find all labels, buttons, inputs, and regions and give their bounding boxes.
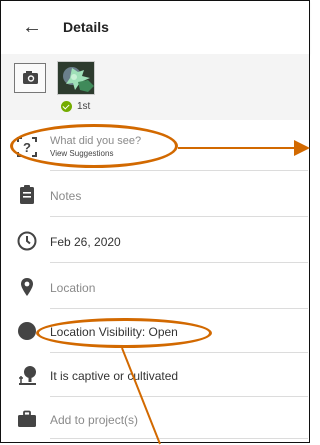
annotation-arrows — [121, 140, 310, 445]
annotation-arrow-down — [121, 347, 161, 445]
